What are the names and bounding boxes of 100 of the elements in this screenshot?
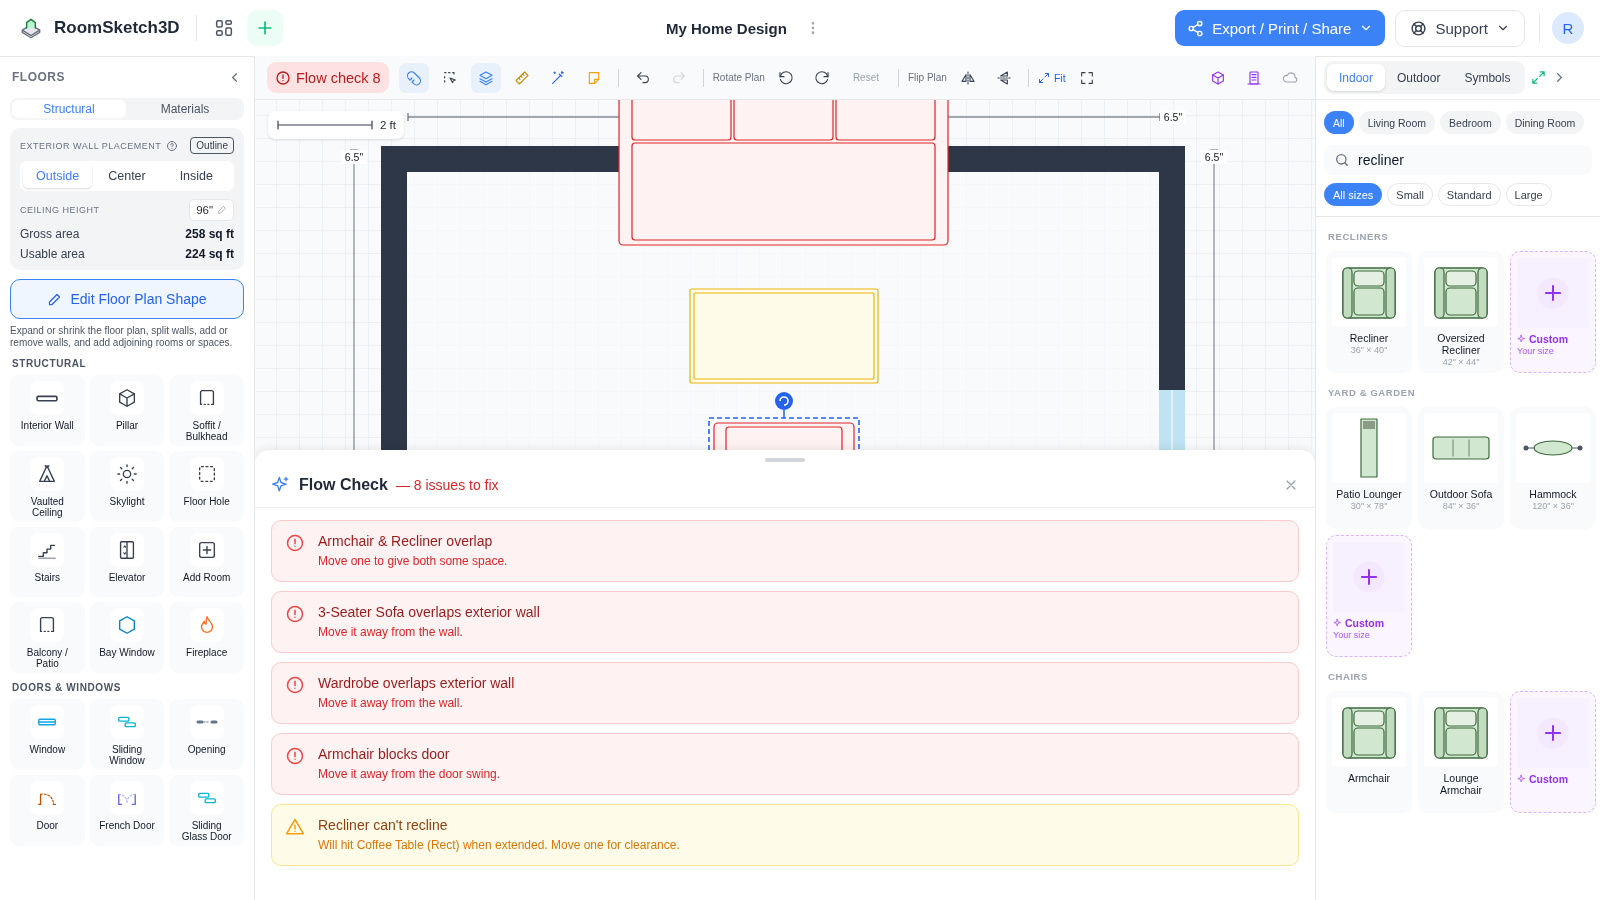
- custom-label: Custom: [1529, 773, 1569, 785]
- furniture-card[interactable]: Lounge Armchair: [1418, 691, 1504, 813]
- stat-label: Gross area: [20, 227, 80, 241]
- furniture-card[interactable]: Armchair: [1326, 691, 1412, 813]
- fit-button[interactable]: Fit: [1037, 71, 1066, 84]
- outline-button[interactable]: Outline: [190, 137, 234, 154]
- alert-icon: [275, 69, 291, 86]
- placement-option[interactable]: Inside: [161, 164, 231, 188]
- tool-tile[interactable]: Add Room: [169, 527, 244, 597]
- room-filter-chip[interactable]: Bedroom: [1440, 111, 1501, 134]
- tool-tile[interactable]: Balcony / Patio: [10, 602, 85, 673]
- issue-card[interactable]: Armchair blocks door Move it away from the door swing.: [271, 733, 1299, 795]
- tool-tile[interactable]: Soffit / Bulkhead: [169, 375, 244, 446]
- issue-card[interactable]: Armchair & Recliner overlap Move one to give both some space.: [271, 520, 1299, 582]
- expand-icon[interactable]: [1531, 70, 1547, 85]
- issue-detail: Move it away from the wall.: [318, 696, 464, 710]
- furniture-card[interactable]: Patio Lounger 30" × 78": [1326, 407, 1412, 529]
- tool-tile[interactable]: Floor Hole: [169, 451, 244, 522]
- tool-tile[interactable]: Interior Wall: [10, 375, 85, 446]
- custom-hint: Your size: [1517, 346, 1555, 356]
- pencil-icon: [47, 291, 63, 307]
- cube-icon: [1210, 69, 1226, 86]
- tool-tile[interactable]: French Door: [89, 775, 165, 846]
- tool-tile[interactable]: Pillar: [89, 375, 165, 446]
- alert-icon: [285, 604, 305, 624]
- export-button[interactable]: Export / Print / Share: [1175, 10, 1386, 46]
- room-filter-chip[interactable]: Dining Room: [1505, 111, 1585, 134]
- issue-detail: Move one to give both some space.: [318, 554, 508, 568]
- catalog-tab[interactable]: Symbols: [1452, 64, 1523, 91]
- tool-tile[interactable]: Stairs: [10, 527, 85, 597]
- rotate-handle[interactable]: [775, 392, 793, 419]
- sparkle-icon: [1517, 774, 1527, 784]
- placement-option[interactable]: Center: [92, 164, 162, 188]
- room-filter-chip[interactable]: Living Room: [1358, 111, 1436, 134]
- tool-tile[interactable]: Door: [10, 775, 85, 846]
- user-avatar[interactable]: R: [1552, 12, 1584, 44]
- room-filter-chip[interactable]: All: [1324, 111, 1354, 134]
- section-heading: RECLINERS: [1328, 231, 1390, 242]
- scale-label: 2 ft: [380, 119, 396, 131]
- stat-value: 224 sq ft: [185, 247, 234, 261]
- size-filter-chip[interactable]: Large: [1505, 183, 1552, 206]
- sun-icon: [116, 463, 138, 485]
- tool-tile[interactable]: Window: [10, 699, 85, 770]
- sidebar-title: FLOORS: [12, 70, 65, 84]
- issue-title: Armchair blocks door: [318, 746, 451, 762]
- catalog-tab[interactable]: Outdoor: [1385, 64, 1453, 91]
- issue-card[interactable]: 3-Seater Sofa overlaps exterior wall Move it away from the wall.: [271, 591, 1299, 653]
- ruler-icon: [513, 69, 530, 86]
- custom-label: Custom: [1529, 333, 1569, 345]
- setting-label: CEILING HEIGHT: [20, 205, 100, 215]
- support-button[interactable]: Support: [1395, 9, 1525, 47]
- furniture-size: 84" × 36": [1441, 501, 1481, 511]
- furniture-name: Hammock: [1528, 488, 1578, 500]
- pencil-icon: [217, 205, 227, 215]
- size-filter-chip[interactable]: All sizes: [1324, 183, 1383, 206]
- issue-title: Recliner can't recline: [318, 817, 449, 833]
- section-heading: YARD & GARDEN: [1328, 387, 1417, 398]
- tool-tile[interactable]: Vaulted Ceiling: [10, 451, 85, 522]
- sidebar-tab[interactable]: Structural: [12, 100, 126, 118]
- issue-card[interactable]: Recliner can't recline Will hit Coffee Table (Rect) when extended. Move one for clearance.: [271, 804, 1299, 866]
- furniture-size: 120" × 36": [1531, 501, 1575, 511]
- tool-tile[interactable]: Bay Window: [89, 602, 165, 673]
- magnet-icon: [405, 69, 422, 86]
- furniture-card[interactable]: Oversized Recliner 42" × 44": [1418, 251, 1504, 373]
- lifebuoy-icon: [1410, 19, 1428, 37]
- furniture-card[interactable]: Recliner 36" × 40": [1326, 251, 1412, 373]
- edit-shape-button[interactable]: Edit Floor Plan Shape: [10, 279, 244, 319]
- furniture-card[interactable]: Hammock 120" × 36": [1510, 407, 1596, 529]
- alert-icon: [285, 675, 305, 695]
- tool-tile[interactable]: Sliding Window: [89, 699, 165, 770]
- custom-size-card[interactable]: Custom Your size: [1510, 251, 1596, 373]
- issue-card[interactable]: Wardrobe overlaps exterior wall Move it away from the wall.: [271, 662, 1299, 724]
- alert-icon: [285, 746, 305, 766]
- tool-tile[interactable]: Fireplace: [169, 602, 244, 673]
- custom-size-card[interactable]: Custom: [1510, 691, 1596, 813]
- tool-tile[interactable]: Sliding Glass Door: [169, 775, 244, 846]
- search-field[interactable]: recliner: [1324, 145, 1592, 175]
- catalog-tab[interactable]: Indoor: [1327, 64, 1386, 91]
- issue-title: Wardrobe overlaps exterior wall: [318, 675, 515, 691]
- sparkle-icon: [1333, 618, 1343, 628]
- issue-title: Armchair & Recliner overlap: [318, 533, 494, 549]
- furniture-name: Outdoor Sofa: [1428, 488, 1494, 500]
- tool-tile[interactable]: Skylight: [89, 451, 165, 522]
- ceiling-height-field[interactable]: 96": [189, 199, 234, 221]
- tool-tile[interactable]: Opening: [169, 699, 244, 770]
- document-title: My Home Design: [666, 19, 787, 37]
- flow-check-button[interactable]: Flow check 8: [267, 62, 389, 93]
- add-button[interactable]: [246, 10, 283, 46]
- magnet[interactable]: [398, 62, 429, 93]
- tool-tile[interactable]: Elevator: [89, 527, 165, 597]
- custom-size-card[interactable]: Custom Your size: [1326, 535, 1412, 657]
- fullscreen-icon: [1078, 69, 1095, 86]
- sidebar-tab[interactable]: Materials: [128, 100, 242, 118]
- furniture-card[interactable]: Outdoor Sofa 84" × 36": [1418, 407, 1504, 529]
- size-filter-chip[interactable]: Small: [1387, 183, 1433, 206]
- placement-option[interactable]: Outside: [23, 164, 93, 188]
- issue-detail: Move it away from the door swing.: [318, 767, 501, 781]
- size-filter-chip[interactable]: Standard: [1437, 183, 1501, 206]
- layers[interactable]: [470, 62, 501, 93]
- panel-title: Flow Check: [299, 475, 388, 494]
